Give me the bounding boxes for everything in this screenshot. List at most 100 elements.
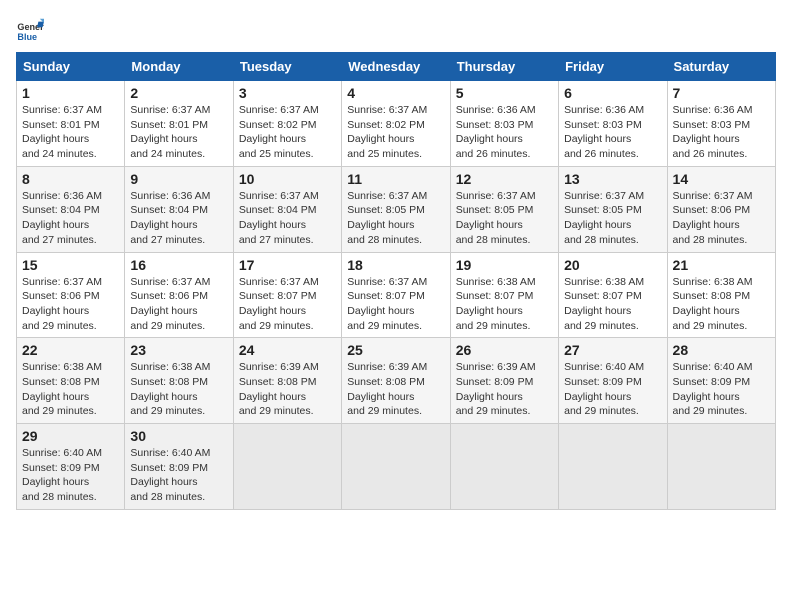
day-info: Sunrise: 6:37 AM Sunset: 8:01 PM Dayligh…	[22, 103, 119, 162]
calendar-cell: 11 Sunrise: 6:37 AM Sunset: 8:05 PM Dayl…	[342, 166, 450, 252]
weekday-header-sunday: Sunday	[17, 53, 125, 81]
day-number: 12	[456, 171, 553, 187]
calendar-table: SundayMondayTuesdayWednesdayThursdayFrid…	[16, 52, 776, 510]
calendar-cell: 29 Sunrise: 6:40 AM Sunset: 8:09 PM Dayl…	[17, 424, 125, 510]
day-info: Sunrise: 6:38 AM Sunset: 8:08 PM Dayligh…	[22, 360, 119, 419]
calendar-cell: 10 Sunrise: 6:37 AM Sunset: 8:04 PM Dayl…	[233, 166, 341, 252]
day-info: Sunrise: 6:36 AM Sunset: 8:04 PM Dayligh…	[22, 189, 119, 248]
day-number: 1	[22, 85, 119, 101]
calendar-cell: 24 Sunrise: 6:39 AM Sunset: 8:08 PM Dayl…	[233, 338, 341, 424]
day-info: Sunrise: 6:37 AM Sunset: 8:07 PM Dayligh…	[239, 275, 336, 334]
calendar-cell: 28 Sunrise: 6:40 AM Sunset: 8:09 PM Dayl…	[667, 338, 775, 424]
day-number: 29	[22, 428, 119, 444]
day-number: 23	[130, 342, 227, 358]
day-info: Sunrise: 6:36 AM Sunset: 8:03 PM Dayligh…	[673, 103, 770, 162]
calendar-cell: 13 Sunrise: 6:37 AM Sunset: 8:05 PM Dayl…	[559, 166, 667, 252]
day-number: 2	[130, 85, 227, 101]
day-info: Sunrise: 6:37 AM Sunset: 8:02 PM Dayligh…	[239, 103, 336, 162]
calendar-cell: 18 Sunrise: 6:37 AM Sunset: 8:07 PM Dayl…	[342, 252, 450, 338]
weekday-header-tuesday: Tuesday	[233, 53, 341, 81]
calendar-cell	[233, 424, 341, 510]
calendar-cell	[559, 424, 667, 510]
calendar-cell: 5 Sunrise: 6:36 AM Sunset: 8:03 PM Dayli…	[450, 81, 558, 167]
day-info: Sunrise: 6:38 AM Sunset: 8:07 PM Dayligh…	[564, 275, 661, 334]
calendar-cell	[667, 424, 775, 510]
calendar-cell: 4 Sunrise: 6:37 AM Sunset: 8:02 PM Dayli…	[342, 81, 450, 167]
day-info: Sunrise: 6:36 AM Sunset: 8:03 PM Dayligh…	[564, 103, 661, 162]
weekday-header-friday: Friday	[559, 53, 667, 81]
day-number: 14	[673, 171, 770, 187]
day-info: Sunrise: 6:36 AM Sunset: 8:04 PM Dayligh…	[130, 189, 227, 248]
day-info: Sunrise: 6:38 AM Sunset: 8:07 PM Dayligh…	[456, 275, 553, 334]
calendar-cell: 15 Sunrise: 6:37 AM Sunset: 8:06 PM Dayl…	[17, 252, 125, 338]
day-info: Sunrise: 6:37 AM Sunset: 8:01 PM Dayligh…	[130, 103, 227, 162]
day-info: Sunrise: 6:37 AM Sunset: 8:06 PM Dayligh…	[673, 189, 770, 248]
day-info: Sunrise: 6:40 AM Sunset: 8:09 PM Dayligh…	[130, 446, 227, 505]
header: General Blue	[16, 16, 776, 44]
calendar-cell: 23 Sunrise: 6:38 AM Sunset: 8:08 PM Dayl…	[125, 338, 233, 424]
calendar-week-row: 22 Sunrise: 6:38 AM Sunset: 8:08 PM Dayl…	[17, 338, 776, 424]
day-number: 5	[456, 85, 553, 101]
day-number: 13	[564, 171, 661, 187]
day-info: Sunrise: 6:40 AM Sunset: 8:09 PM Dayligh…	[22, 446, 119, 505]
day-number: 16	[130, 257, 227, 273]
calendar-cell: 8 Sunrise: 6:36 AM Sunset: 8:04 PM Dayli…	[17, 166, 125, 252]
day-number: 4	[347, 85, 444, 101]
calendar-cell: 20 Sunrise: 6:38 AM Sunset: 8:07 PM Dayl…	[559, 252, 667, 338]
day-info: Sunrise: 6:37 AM Sunset: 8:06 PM Dayligh…	[22, 275, 119, 334]
day-number: 10	[239, 171, 336, 187]
day-number: 21	[673, 257, 770, 273]
calendar-cell: 27 Sunrise: 6:40 AM Sunset: 8:09 PM Dayl…	[559, 338, 667, 424]
day-number: 26	[456, 342, 553, 358]
day-number: 7	[673, 85, 770, 101]
day-number: 3	[239, 85, 336, 101]
day-number: 28	[673, 342, 770, 358]
day-info: Sunrise: 6:36 AM Sunset: 8:03 PM Dayligh…	[456, 103, 553, 162]
weekday-header-saturday: Saturday	[667, 53, 775, 81]
day-number: 15	[22, 257, 119, 273]
day-number: 8	[22, 171, 119, 187]
calendar-week-row: 29 Sunrise: 6:40 AM Sunset: 8:09 PM Dayl…	[17, 424, 776, 510]
calendar-cell	[342, 424, 450, 510]
calendar-cell: 16 Sunrise: 6:37 AM Sunset: 8:06 PM Dayl…	[125, 252, 233, 338]
day-number: 6	[564, 85, 661, 101]
calendar-header-row: SundayMondayTuesdayWednesdayThursdayFrid…	[17, 53, 776, 81]
calendar-cell: 7 Sunrise: 6:36 AM Sunset: 8:03 PM Dayli…	[667, 81, 775, 167]
day-number: 27	[564, 342, 661, 358]
calendar-week-row: 8 Sunrise: 6:36 AM Sunset: 8:04 PM Dayli…	[17, 166, 776, 252]
day-info: Sunrise: 6:37 AM Sunset: 8:04 PM Dayligh…	[239, 189, 336, 248]
calendar-cell: 14 Sunrise: 6:37 AM Sunset: 8:06 PM Dayl…	[667, 166, 775, 252]
calendar-week-row: 1 Sunrise: 6:37 AM Sunset: 8:01 PM Dayli…	[17, 81, 776, 167]
calendar-cell: 3 Sunrise: 6:37 AM Sunset: 8:02 PM Dayli…	[233, 81, 341, 167]
calendar-cell: 1 Sunrise: 6:37 AM Sunset: 8:01 PM Dayli…	[17, 81, 125, 167]
day-info: Sunrise: 6:37 AM Sunset: 8:05 PM Dayligh…	[564, 189, 661, 248]
day-number: 11	[347, 171, 444, 187]
day-info: Sunrise: 6:37 AM Sunset: 8:07 PM Dayligh…	[347, 275, 444, 334]
day-info: Sunrise: 6:37 AM Sunset: 8:05 PM Dayligh…	[456, 189, 553, 248]
svg-text:Blue: Blue	[17, 32, 37, 42]
calendar-cell: 26 Sunrise: 6:39 AM Sunset: 8:09 PM Dayl…	[450, 338, 558, 424]
calendar-cell: 22 Sunrise: 6:38 AM Sunset: 8:08 PM Dayl…	[17, 338, 125, 424]
logo-icon: General Blue	[16, 16, 44, 44]
day-number: 20	[564, 257, 661, 273]
day-number: 9	[130, 171, 227, 187]
calendar-cell: 17 Sunrise: 6:37 AM Sunset: 8:07 PM Dayl…	[233, 252, 341, 338]
day-info: Sunrise: 6:39 AM Sunset: 8:08 PM Dayligh…	[239, 360, 336, 419]
day-number: 19	[456, 257, 553, 273]
day-info: Sunrise: 6:38 AM Sunset: 8:08 PM Dayligh…	[673, 275, 770, 334]
day-info: Sunrise: 6:37 AM Sunset: 8:02 PM Dayligh…	[347, 103, 444, 162]
calendar-cell: 2 Sunrise: 6:37 AM Sunset: 8:01 PM Dayli…	[125, 81, 233, 167]
day-number: 24	[239, 342, 336, 358]
logo: General Blue	[16, 16, 48, 44]
calendar-week-row: 15 Sunrise: 6:37 AM Sunset: 8:06 PM Dayl…	[17, 252, 776, 338]
day-info: Sunrise: 6:38 AM Sunset: 8:08 PM Dayligh…	[130, 360, 227, 419]
calendar-cell: 9 Sunrise: 6:36 AM Sunset: 8:04 PM Dayli…	[125, 166, 233, 252]
day-number: 30	[130, 428, 227, 444]
weekday-header-monday: Monday	[125, 53, 233, 81]
day-info: Sunrise: 6:40 AM Sunset: 8:09 PM Dayligh…	[673, 360, 770, 419]
day-number: 22	[22, 342, 119, 358]
weekday-header-thursday: Thursday	[450, 53, 558, 81]
calendar-cell: 30 Sunrise: 6:40 AM Sunset: 8:09 PM Dayl…	[125, 424, 233, 510]
calendar-cell	[450, 424, 558, 510]
calendar-cell: 19 Sunrise: 6:38 AM Sunset: 8:07 PM Dayl…	[450, 252, 558, 338]
